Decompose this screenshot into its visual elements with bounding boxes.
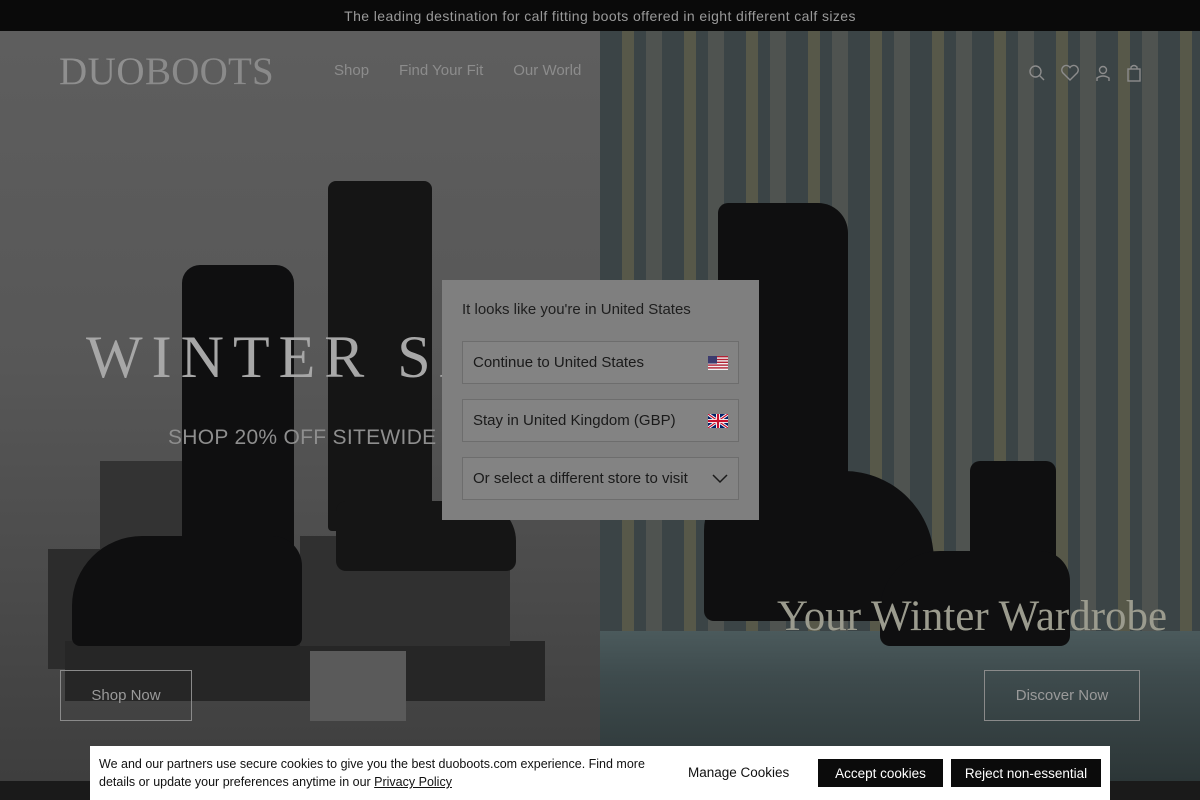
- boot-foot: [72, 536, 302, 646]
- stay-united-kingdom-button[interactable]: Stay in United Kingdom (GBP): [462, 399, 739, 442]
- header-icons: [1028, 64, 1142, 82]
- announcement-bar: The leading destination for calf fitting…: [0, 0, 1200, 31]
- main-menu: Shop Find Your Fit Our World: [334, 62, 581, 79]
- search-icon[interactable]: [1028, 64, 1046, 82]
- manage-cookies-link[interactable]: Manage Cookies: [688, 765, 789, 780]
- hero-headline-left: WINTER SA: [86, 324, 492, 390]
- cookie-text-body: We and our partners use secure cookies t…: [99, 757, 645, 789]
- cookie-banner: We and our partners use secure cookies t…: [90, 746, 1110, 800]
- shop-now-button[interactable]: Shop Now: [60, 670, 192, 721]
- bag-icon[interactable]: [1126, 64, 1142, 82]
- reject-non-essential-button[interactable]: Reject non-essential: [951, 759, 1101, 787]
- logo[interactable]: DUOBOOTS: [59, 49, 274, 94]
- option-label: Stay in United Kingdom (GBP): [473, 412, 676, 429]
- hero-subheadline-left: SHOP 20% OFF SITEWIDE: [168, 426, 437, 449]
- privacy-policy-link[interactable]: Privacy Policy: [374, 775, 452, 789]
- chevron-down-icon: [712, 473, 728, 483]
- uk-flag-icon: [708, 413, 728, 428]
- us-flag-icon: [708, 355, 728, 370]
- region-modal: It looks like you're in United States Co…: [442, 280, 759, 520]
- cookie-text: We and our partners use secure cookies t…: [99, 755, 664, 791]
- discover-now-button[interactable]: Discover Now: [984, 670, 1140, 721]
- region-modal-title: It looks like you're in United States: [462, 301, 691, 318]
- menu-item-shop[interactable]: Shop: [334, 62, 369, 79]
- option-label: Continue to United States: [473, 354, 644, 371]
- logo-bold: DUO: [59, 50, 145, 93]
- accept-cookies-button[interactable]: Accept cookies: [818, 759, 943, 787]
- wishlist-heart-icon[interactable]: [1060, 64, 1080, 82]
- hero-headline-right: Your Winter Wardrobe: [777, 593, 1168, 640]
- boot-shaft: [182, 265, 294, 565]
- menu-item-our-world[interactable]: Our World: [513, 62, 581, 79]
- account-icon[interactable]: [1094, 64, 1112, 82]
- continue-united-states-button[interactable]: Continue to United States: [462, 341, 739, 384]
- site-header: DUOBOOTS Shop Find Your Fit Our World: [0, 31, 1200, 115]
- decor-stone: [310, 651, 406, 721]
- option-label: Or select a different store to visit: [473, 470, 688, 487]
- logo-thin: BOOTS: [145, 50, 274, 93]
- menu-item-find-your-fit[interactable]: Find Your Fit: [399, 62, 483, 79]
- announcement-text: The leading destination for calf fitting…: [344, 7, 856, 24]
- select-store-dropdown[interactable]: Or select a different store to visit: [462, 457, 739, 500]
